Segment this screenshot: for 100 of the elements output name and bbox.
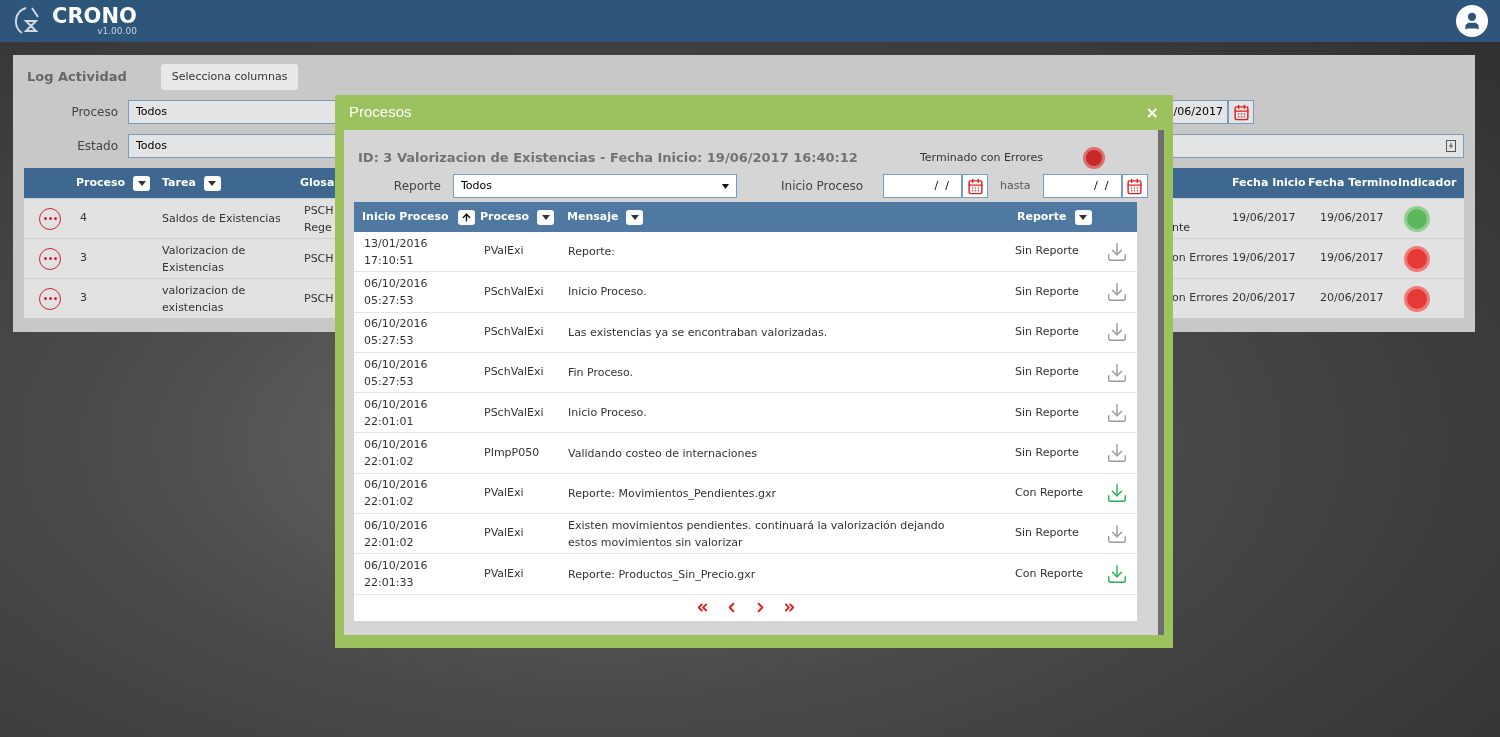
table-cell-text: 22:01:02 — [364, 454, 415, 471]
column-header[interactable]: Reporte — [1017, 208, 1067, 226]
app-name: CRONO — [52, 6, 137, 27]
caret-icon — [1079, 214, 1087, 220]
table-cell-text: 06/10/2016 — [364, 396, 429, 413]
table-cell-text: 05:27:53 — [364, 373, 415, 390]
table-cell-text: PSCH — [304, 251, 334, 267]
column-header[interactable]: Indicador — [1398, 174, 1457, 192]
table-cell-text: PImpP050 — [483, 444, 541, 461]
column-header[interactable]: Fecha Inicio — [1232, 174, 1306, 192]
table-cell-text: Sin Reporte — [1015, 283, 1080, 300]
table-cell-text: valorizacion de existencias — [162, 282, 247, 316]
caret-icon — [208, 180, 217, 186]
table-cell-text: 3 — [79, 250, 88, 267]
table-cell-text: 06/10/2016 — [364, 477, 429, 494]
table-cell-text: Reporte: — [567, 244, 616, 261]
user-avatar-icon[interactable] — [1456, 5, 1488, 37]
download-icon[interactable] — [1106, 280, 1128, 303]
table-cell-text: Fin Proceso. — [567, 365, 635, 382]
field-label: hasta — [1000, 177, 1031, 194]
table-cell-text: Sin Reporte — [1015, 444, 1080, 461]
table-cell-text: Saldos de Existencias — [162, 211, 282, 227]
table-cell-text: 06/10/2016 — [364, 517, 429, 534]
download-icon[interactable] — [1106, 522, 1128, 545]
table-cell-text: PSchValExi — [483, 364, 545, 381]
download-icon[interactable] — [1106, 321, 1128, 344]
download-icon[interactable] — [1106, 563, 1128, 585]
column-header[interactable]: Fecha Termino — [1308, 174, 1398, 192]
select-icon — [1446, 140, 1456, 152]
download-icon[interactable] — [1106, 361, 1128, 384]
dropdown-button[interactable] — [537, 209, 555, 225]
table-cell: on Errores — [1172, 290, 1229, 307]
table-cell-text: 17:10:51 — [364, 252, 415, 269]
field-label: Proceso — [70, 104, 119, 121]
table-cell-text: 20/06/2017 — [1232, 290, 1297, 307]
column-header[interactable]: Tarea — [162, 174, 196, 192]
calendar-button[interactable] — [962, 174, 988, 198]
table-cell-text: Reporte: Movimientos_Pendientes.gxr — [567, 485, 778, 502]
column-header[interactable]: Mensaje — [567, 208, 619, 226]
dropdown-button[interactable] — [1074, 209, 1092, 225]
app-version: v1.00.00 — [97, 27, 137, 36]
table-cell-text: Las existencias ya se encontraban valorizadas. — [567, 324, 829, 341]
caret-icon — [722, 183, 729, 189]
table-cell-text: 06/10/2016 — [364, 558, 429, 574]
dialog-title: Procesos — [349, 102, 412, 123]
table-cell-text: Sin Reporte — [1015, 324, 1080, 340]
dropdown-button[interactable] — [133, 175, 151, 191]
table-cell-text: 4 — [79, 210, 88, 227]
field-label: Inicio Proceso — [781, 178, 865, 195]
date-field[interactable]: / / — [1042, 174, 1122, 198]
dropdown-button[interactable] — [626, 209, 644, 225]
column-header[interactable]: Proceso — [76, 174, 126, 192]
select-columns-button[interactable]: Selecciona columnas — [160, 64, 299, 90]
table-cell-text: nte — [1172, 219, 1191, 236]
table-cell-text: 20/06/2017 — [1319, 290, 1385, 307]
table-cell-text: 06/10/2016 — [364, 316, 429, 333]
table-cell-text: PValExi — [483, 243, 525, 260]
table-cell-text: Rege — [304, 219, 332, 236]
report-select[interactable]: Todos — [453, 174, 737, 198]
table-cell-text: Sin Reporte — [1015, 243, 1080, 260]
table-cell-text: 22:01:01 — [364, 413, 415, 430]
calendar-button[interactable] — [1121, 174, 1148, 198]
download-icon[interactable] — [1106, 240, 1128, 263]
calendar-button[interactable] — [1228, 100, 1254, 124]
table-cell-text: 05:27:53 — [364, 292, 415, 309]
process-heading: ID: 3 Valorizacion de Existencias - Fecha Inicio: 19/06/2017 16:40:12 — [357, 149, 859, 168]
download-icon[interactable] — [1106, 401, 1128, 424]
table-cell-text: PSCH — [304, 291, 334, 307]
table-cell-text: Existen movimientos pendientes. continuará la valorización dejando estos movimientos sin valorizar — [567, 517, 946, 551]
table-cell-text: PValExi — [483, 485, 525, 502]
table-cell-text: Validando costeo de internaciones — [567, 445, 758, 462]
download-icon[interactable] — [1106, 482, 1128, 505]
table-cell-text: 05:27:53 — [364, 333, 415, 350]
table-cell-text: Con Reporte — [1015, 565, 1085, 582]
table-cell-text: 06/10/2016 — [364, 275, 429, 292]
table-cell-text: 06/10/2016 — [364, 437, 429, 454]
table-cell-text: PValExi — [483, 525, 525, 542]
table-cell-text: PSchValExi — [483, 324, 545, 340]
sort-button[interactable] — [457, 209, 475, 225]
table-cell-text: PSCH — [304, 202, 334, 219]
date-field[interactable]: / / — [883, 174, 962, 198]
table-cell: on Errores — [1172, 250, 1229, 267]
column-header[interactable]: Glosa — [300, 174, 335, 192]
table-cell-text: PSchValExi — [483, 404, 545, 421]
table-cell-text: PValExi — [483, 565, 525, 582]
column-header[interactable]: Proceso — [480, 208, 530, 226]
dropdown-button[interactable] — [203, 175, 221, 191]
table-cell-text: 22:01:02 — [364, 534, 415, 551]
caret-icon — [137, 180, 146, 186]
table-cell-text: Sin Reporte — [1015, 404, 1080, 421]
table-cell-text: Con Reporte — [1015, 485, 1085, 502]
field-label: Reporte — [392, 178, 441, 195]
status-text: Terminado con Errores — [920, 149, 1043, 166]
download-icon[interactable] — [1106, 442, 1128, 465]
table-cell-text: Inicio Proceso. — [567, 284, 648, 301]
table-cell-text: 19/06/2017 — [1232, 250, 1297, 267]
table-cell-text: Sin Reporte — [1015, 525, 1080, 542]
column-header[interactable]: Inicio Proceso — [362, 208, 449, 226]
scrollbar[interactable] — [1157, 130, 1164, 635]
table-cell-text: PSchValExi — [483, 283, 545, 300]
